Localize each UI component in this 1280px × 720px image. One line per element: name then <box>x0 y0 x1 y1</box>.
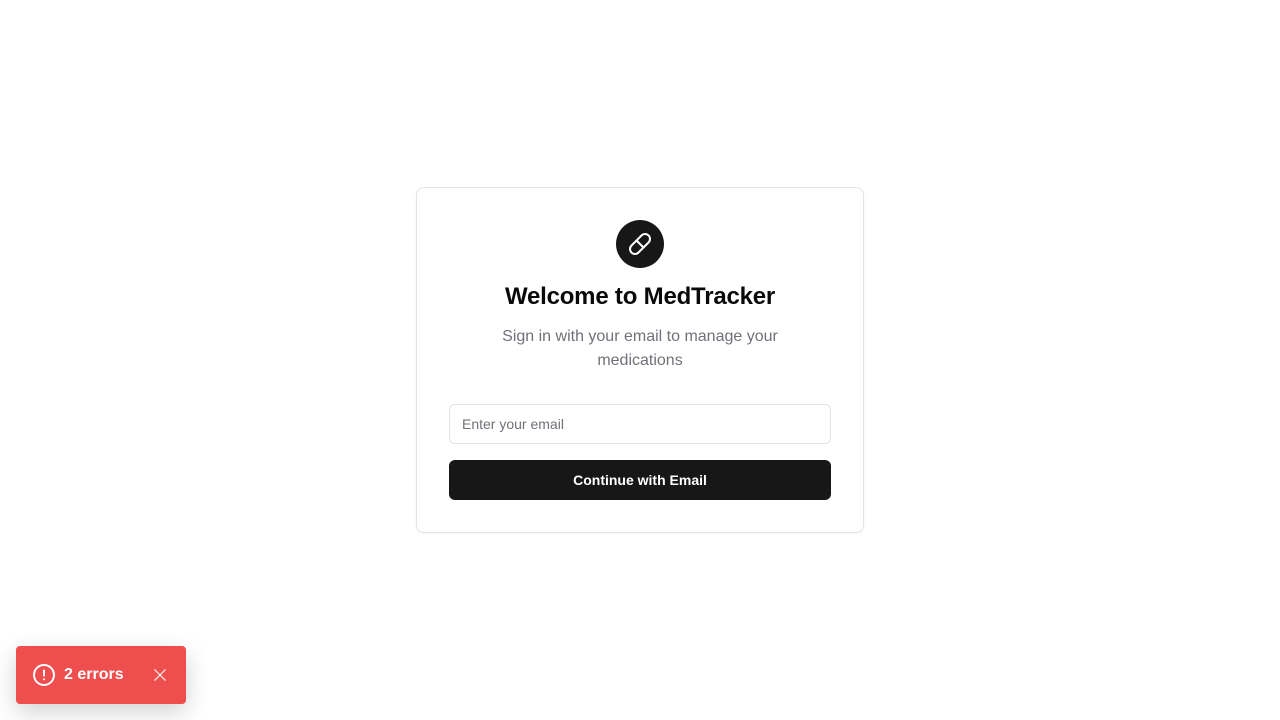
page-subtitle: Sign in with your email to manage your m… <box>502 328 778 369</box>
login-page: Welcome to MedTracker Sign in with your … <box>0 0 1280 720</box>
login-card: Welcome to MedTracker Sign in with your … <box>416 187 864 533</box>
email-input[interactable] <box>449 404 831 444</box>
page-title: Welcome to MedTracker <box>504 283 776 310</box>
close-icon[interactable] <box>150 665 170 685</box>
pill-icon <box>629 233 651 255</box>
alert-circle-icon <box>32 663 56 687</box>
app-logo <box>616 220 664 268</box>
toast-error-count: 2 errors <box>64 666 124 683</box>
error-toast[interactable]: 2 errors <box>16 646 186 704</box>
continue-with-email-button[interactable]: Continue with Email <box>449 460 831 500</box>
